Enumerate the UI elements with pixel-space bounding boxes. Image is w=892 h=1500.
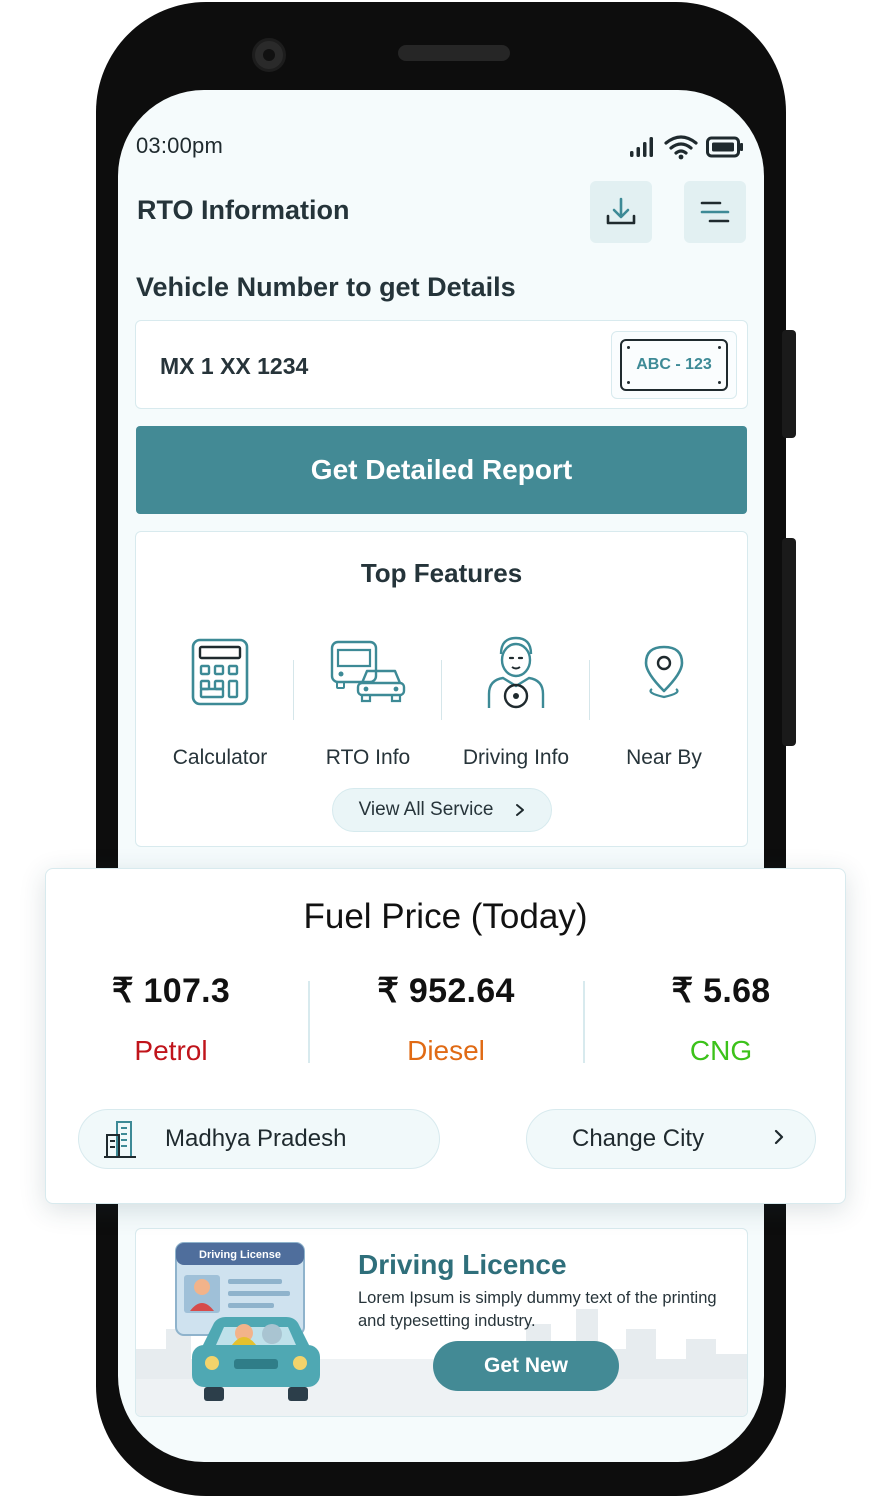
get-detailed-report-button[interactable]: Get Detailed Report <box>136 426 747 514</box>
licence-description: Lorem Ipsum is simply dummy text of the … <box>358 1289 717 1330</box>
buildings-icon <box>104 1121 136 1158</box>
feature-label: Near By <box>626 746 702 769</box>
feature-calculator[interactable]: Calculator <box>145 632 295 770</box>
page-title: RTO Information <box>137 195 350 225</box>
change-city-button[interactable]: Change City <box>526 1109 816 1169</box>
calculator-icon <box>191 638 249 706</box>
fuel-name: CNG <box>689 1035 753 1066</box>
vehicle-number-input[interactable] <box>158 343 582 389</box>
driver-icon <box>487 636 545 709</box>
fuel-name: Petrol <box>134 1035 208 1066</box>
status-icons <box>628 132 744 162</box>
change-city-label: Change City <box>572 1125 705 1152</box>
battery-icon <box>706 136 743 158</box>
power-button <box>782 538 796 746</box>
fuel-price-card: Fuel Price (Today) ₹ 107.3 Petrol ₹ 952.… <box>45 868 846 1204</box>
status-time: 03:00pm <box>136 133 224 158</box>
fuel-petrol: ₹ 107.3 Petrol <box>46 971 296 1067</box>
plate-label: ABC - 123 <box>636 356 712 373</box>
licence-card-label: Driving License <box>199 1249 281 1261</box>
fuel-price: ₹ 107.3 <box>111 972 231 1010</box>
top-features-card: Top Features Calculator RTO Info Driving… <box>135 531 748 847</box>
state-name: Madhya Pradesh <box>165 1125 347 1152</box>
view-all-service-button[interactable]: View All Service <box>332 788 552 832</box>
state-selector[interactable]: Madhya Pradesh <box>78 1109 440 1169</box>
feature-label: Calculator <box>172 746 268 769</box>
vehicle-number-box: ABC - 123 <box>135 320 748 409</box>
view-all-label: View All Service <box>358 799 494 820</box>
features-title: Top Features <box>360 558 523 588</box>
vehicles-icon <box>330 640 406 703</box>
feature-driving-info[interactable]: Driving Info <box>441 632 591 770</box>
fuel-cng: ₹ 5.68 CNG <box>596 971 846 1067</box>
feature-near-by[interactable]: Near By <box>589 632 739 770</box>
download-icon <box>606 197 636 225</box>
licence-title: Driving Licence <box>358 1249 567 1280</box>
chevron-right-icon <box>516 804 525 816</box>
driving-licence-card: Driving License Driving Licence Lorem Ip… <box>135 1228 748 1417</box>
feature-label: Driving Info <box>462 746 570 769</box>
fuel-divider <box>583 981 585 1063</box>
wifi-icon <box>664 135 698 160</box>
get-new-button[interactable]: Get New <box>433 1341 619 1391</box>
signal-icon <box>630 137 653 157</box>
volume-button <box>782 330 796 438</box>
menu-button[interactable] <box>684 181 746 243</box>
fuel-price: ₹ 5.68 <box>671 972 771 1010</box>
vehicle-section-title: Vehicle Number to get Details <box>136 272 516 302</box>
location-pin-icon <box>644 645 684 699</box>
number-plate-button[interactable]: ABC - 123 <box>611 331 737 399</box>
download-button[interactable] <box>590 181 652 243</box>
feature-rto-info[interactable]: RTO Info <box>293 632 443 770</box>
front-camera <box>252 38 286 72</box>
fuel-price: ₹ 952.64 <box>377 972 515 1010</box>
menu-icon <box>700 201 730 223</box>
fuel-divider <box>308 981 310 1063</box>
earpiece-speaker <box>398 45 510 61</box>
fuel-title: Fuel Price (Today) <box>303 897 588 936</box>
fuel-diesel: ₹ 952.64 Diesel <box>321 971 571 1067</box>
fuel-name: Diesel <box>407 1035 485 1066</box>
licence-car-illustration: Driving License <box>175 1242 320 1401</box>
feature-label: RTO Info <box>325 746 411 769</box>
number-plate-icon: ABC - 123 <box>620 339 728 391</box>
chevron-right-icon <box>774 1129 784 1145</box>
